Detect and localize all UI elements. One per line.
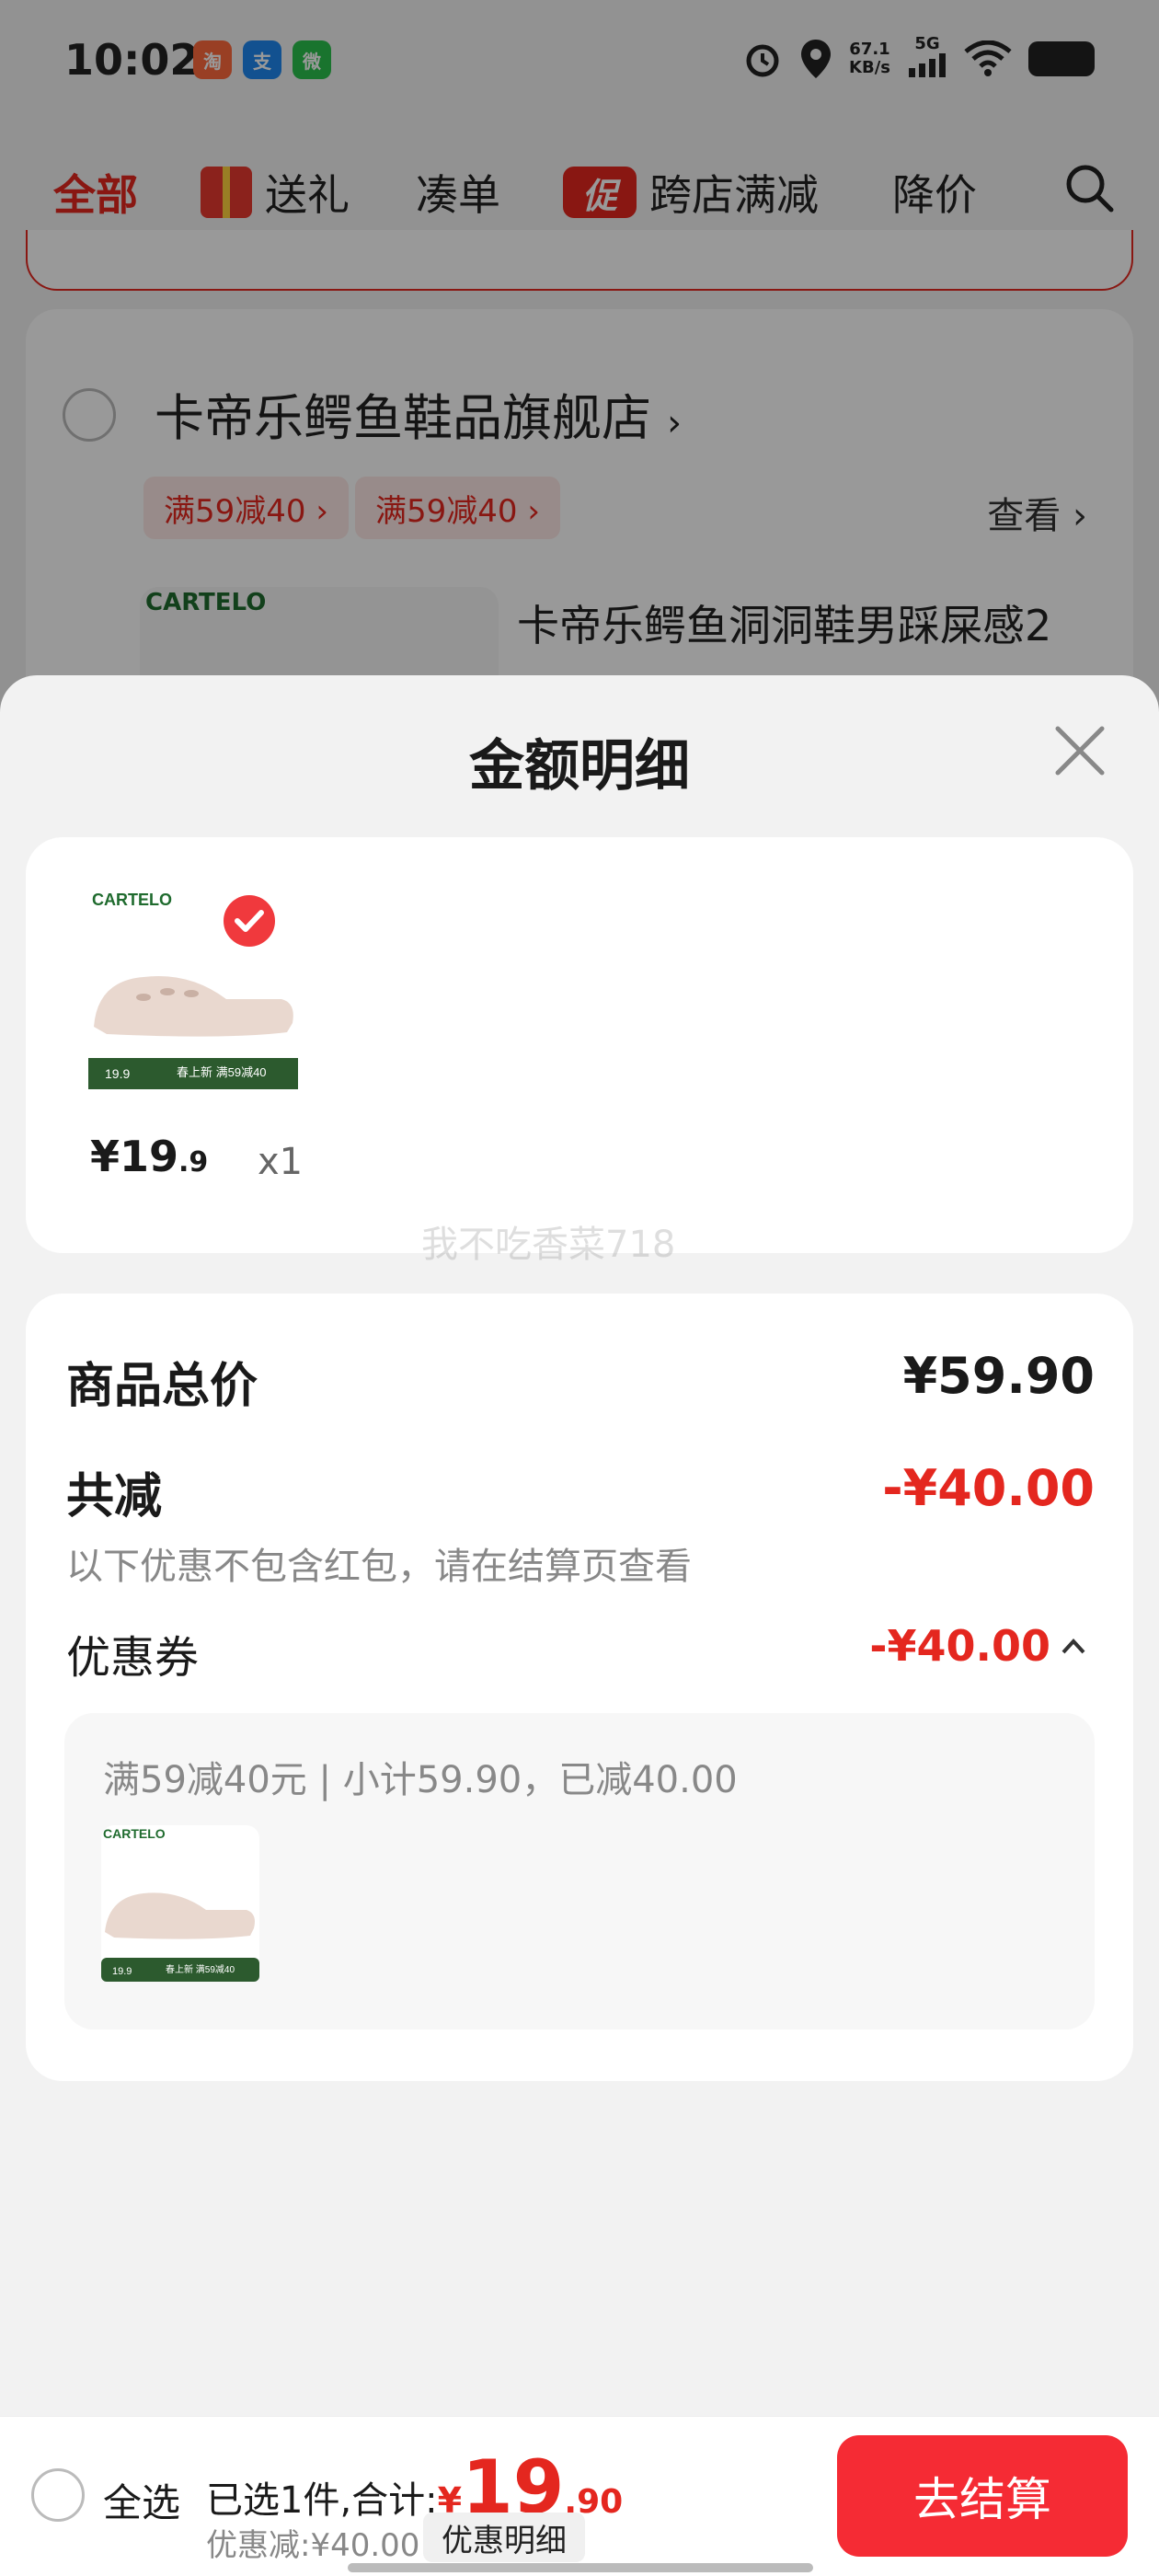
close-icon[interactable] (1047, 718, 1113, 784)
item-quantity: x1 (258, 1141, 304, 1183)
selected-check-icon[interactable] (223, 894, 276, 948)
checkout-button[interactable]: 去结算 (837, 2435, 1128, 2557)
svg-text:19.9: 19.9 (112, 1966, 132, 1977)
svg-text:19.9: 19.9 (105, 1066, 130, 1081)
brand-logo: CARTELO (92, 891, 172, 909)
amount-detail-sheet: 金额明细 CARTELO 19.9 春上新 满59减40 ¥19.9 x1 我不… (0, 675, 1159, 2576)
price-breakdown-card: 商品总价 ¥59.90 共减 -¥40.00 以下优惠不包含红包，请在结算页查看… (26, 1294, 1133, 2081)
select-all-radio[interactable] (31, 2468, 85, 2522)
coupon-description: 满59减40元 | 小计59.90，已减40.00 (103, 1759, 738, 1801)
coupon-label: 优惠券 (66, 1632, 200, 1684)
checkout-bar: 全选 已选1件,合计: ¥ 19 .90 优惠减:¥40.00 优惠明细 去结算 (0, 2416, 1159, 2576)
coupon-value: -¥40.00 (869, 1621, 1050, 1671)
coupon-product-image[interactable]: CARTELO 19.9 春上新 满59减40 (101, 1825, 259, 1982)
svg-text:春上新 满59减40: 春上新 满59减40 (177, 1065, 267, 1079)
discount-value: -¥40.00 (882, 1459, 1095, 1517)
total-price-label: 商品总价 (66, 1359, 258, 1414)
discount-note: 以下优惠不包含红包，请在结算页查看 (66, 1546, 692, 1588)
select-all-label[interactable]: 全选 (103, 2472, 180, 2528)
discount-detail-button[interactable]: 优惠明细 (423, 2513, 585, 2562)
svg-text:春上新 满59减40: 春上新 满59减40 (166, 1963, 235, 1975)
watermark: 我不吃香菜718 (421, 1224, 676, 1266)
total-price-value: ¥59.90 (902, 1347, 1095, 1405)
coupon-toggle[interactable]: -¥40.00 (869, 1621, 1087, 1671)
item-price: ¥19.9 (90, 1132, 209, 1181)
svg-text:CARTELO: CARTELO (103, 1826, 166, 1841)
sheet-title: 金额明细 (469, 734, 690, 799)
home-indicator[interactable] (348, 2563, 813, 2572)
discount-label: 共减 (66, 1469, 163, 1524)
coupon-detail-box: 满59减40元 | 小计59.90，已减40.00 CARTELO 19.9 春… (64, 1713, 1095, 2030)
chevron-up-icon (1061, 1639, 1085, 1654)
discount-summary: 优惠减:¥40.00 (206, 2527, 420, 2564)
selected-item-card: CARTELO 19.9 春上新 满59减40 ¥19.9 x1 (26, 837, 1133, 1253)
